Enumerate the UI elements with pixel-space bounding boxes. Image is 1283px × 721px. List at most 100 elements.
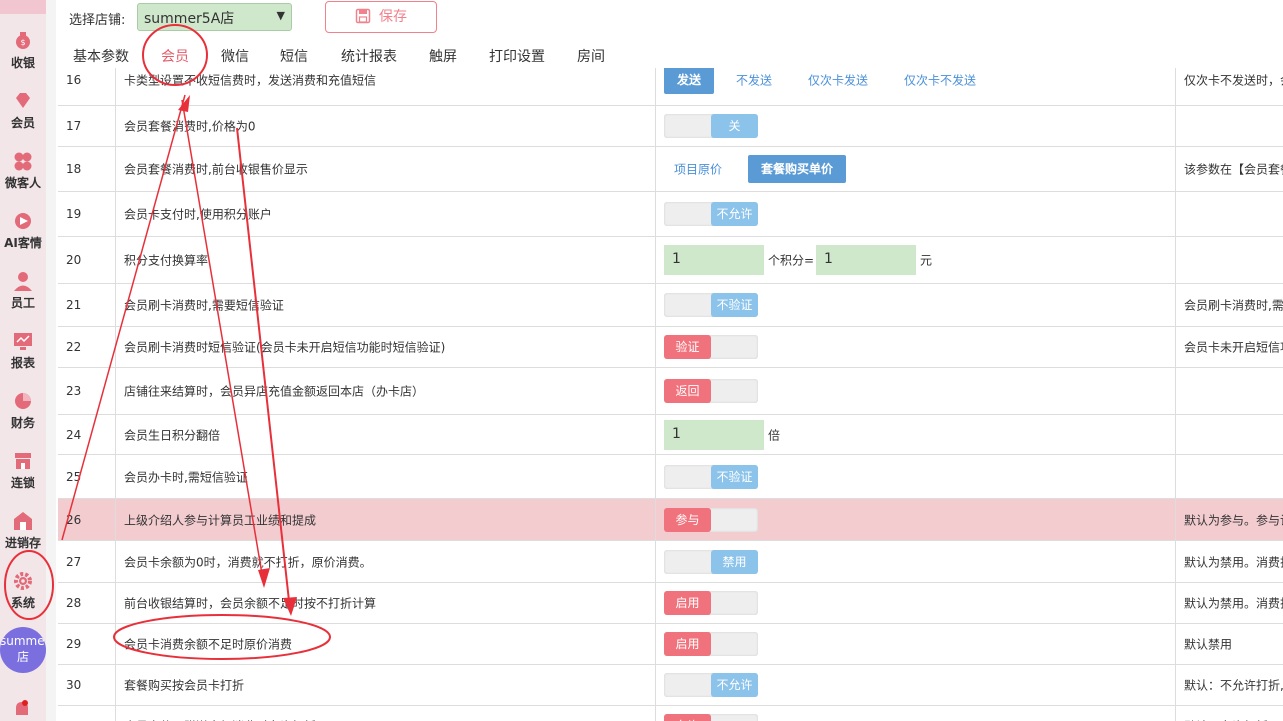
option-button-selected[interactable]: 套餐购买单价 [748, 155, 847, 183]
unit-label: 倍 [768, 428, 781, 442]
toggle-switch[interactable]: 禁用 [664, 549, 758, 574]
row-note-cell: 仅次卡不发送时，会 [1176, 68, 1283, 105]
row-number: 19 [66, 207, 82, 221]
sidebar-item-label: 会员 [10, 116, 35, 130]
row-description-cell: 会员卡消费余额不足时原价消费 [116, 624, 656, 664]
row-note-cell: 默认为禁用。消费打 [1176, 583, 1283, 623]
sidebar-item-system[interactable]: 系统 [0, 560, 46, 620]
tab-basic[interactable]: 基本参数 [73, 46, 129, 66]
diamond-icon [16, 93, 30, 108]
row-note-cell [1176, 192, 1283, 236]
row-control-cell: 允许 [656, 706, 1176, 721]
toggle-knob[interactable]: 参与 [664, 507, 711, 532]
toggle-knob[interactable]: 不验证 [711, 293, 758, 317]
row-description-cell: 会员刷卡消费时,需要短信验证 [116, 284, 656, 326]
row-number: 17 [66, 119, 82, 133]
sidebar-item-weike[interactable]: 微客人 [0, 140, 46, 200]
row-note: 该参数在【会员套餐 [1184, 162, 1283, 177]
avatar[interactable]: summer5A店 [0, 627, 46, 673]
toggle-switch[interactable]: 不验证 [664, 293, 758, 317]
toggle-knob[interactable]: 不允许 [711, 202, 758, 226]
option-button[interactable]: 项目原价 [674, 161, 722, 178]
row-note: 默认：不允许打折, [1184, 678, 1283, 693]
tab-room[interactable]: 房间 [577, 46, 605, 66]
row-description: 会员办卡时,需短信验证 [124, 470, 248, 484]
option-button-selected[interactable]: 发送 [664, 68, 715, 94]
sidebar-item-member[interactable]: 会员 [0, 80, 46, 140]
save-button[interactable]: 保存 [325, 1, 437, 33]
row-note-cell: 默认禁用 [1176, 624, 1283, 664]
toggle-switch[interactable]: 允许 [664, 713, 758, 721]
row-description-cell: 会员生日积分翻倍 [116, 415, 656, 454]
toggle-knob[interactable]: 启用 [664, 632, 711, 656]
row-control-cell: 禁用 [656, 541, 1176, 582]
sidebar-item-ai[interactable]: AI客情 [0, 200, 46, 260]
toggle-knob[interactable]: 关 [711, 114, 758, 138]
row-number-cell: 20 [58, 237, 116, 283]
table-row: 21 会员刷卡消费时,需要短信验证 不验证 会员刷卡消费时,需 [58, 284, 1283, 327]
tab-member[interactable]: 会员 [161, 46, 189, 66]
option-button[interactable]: 仅次卡发送 [808, 71, 868, 88]
toggle-knob[interactable]: 不允许 [711, 673, 758, 697]
row-description: 会员套餐消费时,价格为0 [124, 119, 256, 134]
toolbar: 选择店铺: summer5A店 ▼ 保存 [56, 0, 1283, 40]
table-row: 24 会员生日积分翻倍 1 倍 [58, 415, 1283, 455]
row-control-cell: 不验证 [656, 455, 1176, 498]
tab-report[interactable]: 统计报表 [341, 46, 397, 66]
row-number: 26 [66, 512, 82, 527]
toggle-knob[interactable]: 返回 [664, 379, 711, 403]
option-button[interactable]: 仅次卡不发送 [904, 71, 976, 88]
toggle-switch[interactable]: 不允许 [664, 202, 758, 226]
toggle-switch[interactable]: 关 [664, 114, 758, 138]
sidebar-item-chain[interactable]: 连锁 [0, 440, 46, 500]
row-number: 30 [66, 678, 82, 692]
toggle-switch[interactable]: 参与 [664, 507, 758, 532]
row-control-cell: 验证 [656, 327, 1176, 367]
toggle-knob[interactable]: 启用 [664, 591, 711, 615]
sidebar-item-report[interactable]: 报表 [0, 320, 46, 380]
toggle-switch[interactable]: 启用 [664, 591, 758, 615]
bell-icon[interactable] [10, 697, 34, 721]
toggle-switch[interactable]: 启用 [664, 632, 758, 656]
tab-print[interactable]: 打印设置 [489, 46, 545, 66]
number-input[interactable]: 1 [664, 245, 764, 275]
row-note: 默认：允许打折 [1184, 717, 1268, 721]
store-select[interactable]: summer5A店 ▼ [137, 3, 292, 31]
number-input[interactable]: 1 [816, 245, 916, 275]
row-description: 积分支付换算率 [124, 253, 209, 268]
row-number-cell: 22 [58, 327, 116, 367]
sidebar-item-cashier[interactable]: $ 收银 [0, 20, 46, 80]
row-note-cell [1176, 455, 1283, 498]
row-number-cell: 17 [58, 106, 116, 146]
sidebar-item-finance[interactable]: 财务 [0, 380, 46, 440]
pie-chart-icon [15, 393, 31, 409]
table-row: 23 店铺往来结算时，会员异店充值金额返回本店（办卡店） 返回 [58, 368, 1283, 415]
toggle-switch[interactable]: 验证 [664, 335, 758, 359]
row-number: 21 [66, 298, 82, 312]
toggle-knob[interactable]: 允许 [664, 713, 711, 721]
tab-wechat[interactable]: 微信 [221, 46, 249, 66]
tab-bar: 基本参数 会员 微信 短信 统计报表 触屏 打印设置 房间 [56, 46, 1283, 70]
toggle-switch[interactable]: 不验证 [664, 464, 758, 489]
sidebar-item-inventory[interactable]: 进销存 [0, 500, 46, 560]
row-control-cell: 返回 [656, 368, 1176, 414]
row-description: 会员刷卡消费时短信验证(会员卡未开启短信功能时短信验证) [124, 340, 446, 355]
row-note-cell [1176, 106, 1283, 146]
table-row: 27 会员卡余额为0时，消费就不打折，原价消费。 禁用 默认为禁用。消费打 [58, 541, 1283, 583]
row-number-cell: 25 [58, 455, 116, 498]
row-note-cell: 默认：允许打折 [1176, 706, 1283, 721]
toggle-knob[interactable]: 不验证 [711, 464, 758, 489]
tab-touch[interactable]: 触屏 [429, 46, 457, 66]
toggle-switch[interactable]: 不允许 [664, 673, 758, 697]
toggle-knob[interactable]: 验证 [664, 335, 711, 359]
sidebar-item-staff[interactable]: 员工 [0, 260, 46, 320]
number-input[interactable]: 1 [664, 419, 764, 450]
row-note-cell: 默认为参与。参与计 [1176, 499, 1283, 540]
option-button[interactable]: 不发送 [736, 71, 772, 88]
toggle-knob[interactable]: 禁用 [711, 549, 758, 574]
tab-sms[interactable]: 短信 [280, 46, 308, 66]
row-number: 18 [66, 162, 82, 176]
row-number: 27 [66, 554, 82, 569]
table-row: 19 会员卡支付时,使用积分账户 不允许 [58, 192, 1283, 237]
toggle-switch[interactable]: 返回 [664, 379, 758, 403]
